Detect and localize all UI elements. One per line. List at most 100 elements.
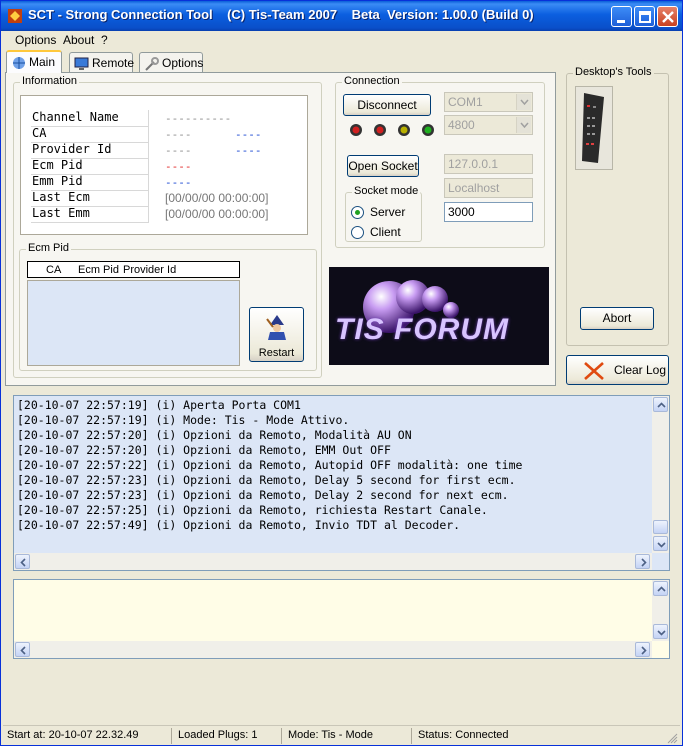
ecm-pid-list[interactable] — [27, 280, 240, 366]
scroll-up-button[interactable] — [653, 397, 668, 412]
network-icon — [13, 57, 25, 69]
chevron-down-icon[interactable] — [516, 117, 531, 133]
logo-text: TIS FORUM — [335, 313, 509, 346]
app-window: SCT - Strong Connection Tool (C) Tis-Tea… — [0, 0, 683, 746]
input-horizontal-scrollbar[interactable] — [14, 641, 652, 658]
baud-select[interactable]: 4800 — [444, 115, 533, 135]
app-icon — [8, 9, 22, 23]
desktop-tools-legend: Desktop's Tools — [573, 66, 654, 78]
input-vertical-scrollbar[interactable] — [652, 580, 669, 641]
status-divider — [411, 728, 412, 744]
tab-options[interactable]: Options — [139, 52, 203, 72]
column-ca[interactable]: CA — [46, 264, 61, 276]
menu-about[interactable]: About — [63, 33, 94, 47]
port-select[interactable]: COM1 — [444, 92, 533, 112]
maximize-button[interactable] — [634, 6, 655, 27]
chevron-right-icon — [641, 558, 647, 567]
column-ecm-pid[interactable]: Ecm Pid — [78, 264, 119, 276]
maximize-icon — [639, 11, 651, 23]
clear-log-button[interactable]: Clear Log — [566, 355, 669, 385]
ip-field[interactable]: 127.0.0.1 — [444, 154, 533, 174]
log-line: [20-10-07 22:57:20] (i) Opzioni da Remot… — [17, 428, 412, 442]
chevron-down-icon[interactable] — [516, 94, 531, 110]
server-label: Server — [370, 205, 406, 219]
scroll-right-button[interactable] — [635, 554, 650, 569]
window-title: SCT - Strong Connection Tool (C) Tis-Tea… — [28, 7, 534, 22]
value-ca-2: ---- — [235, 128, 262, 141]
abort-button[interactable]: Abort — [580, 307, 654, 330]
status-led-icon — [398, 124, 410, 136]
tab-main[interactable]: Main — [6, 50, 62, 73]
open-socket-button[interactable]: Open Socket — [347, 155, 419, 177]
minimize-icon — [617, 20, 625, 23]
restart-button[interactable]: Restart — [249, 307, 304, 362]
row-divider — [31, 126, 149, 127]
command-input-area[interactable] — [13, 579, 670, 659]
label-ca: CA — [32, 126, 47, 140]
column-provider-id[interactable]: Provider Id — [123, 264, 176, 276]
server-radio[interactable] — [351, 206, 364, 219]
value-emm-pid: ---- — [165, 176, 192, 189]
monitor-icon — [74, 57, 89, 70]
row-divider — [31, 158, 149, 159]
socket-mode-legend: Socket mode — [352, 185, 421, 197]
ecm-list-header: CA Ecm Pid Provider Id — [27, 261, 240, 278]
chevron-right-icon — [641, 646, 647, 655]
row-divider — [31, 190, 149, 191]
disconnect-button[interactable]: Disconnect — [343, 94, 431, 116]
chevron-up-icon — [657, 586, 666, 592]
menu-help[interactable]: ? — [101, 33, 108, 47]
chevron-left-icon — [20, 558, 26, 567]
label-emm-pid: Emm Pid — [32, 174, 83, 188]
status-led-icon — [374, 124, 386, 136]
scroll-down-button[interactable] — [653, 624, 668, 639]
log-vertical-scrollbar[interactable] — [652, 396, 669, 553]
status-divider — [281, 728, 282, 744]
value-provider-id-2: ---- — [235, 144, 262, 157]
remote-control-icon — [582, 93, 604, 163]
menu-options[interactable]: Options — [15, 33, 56, 47]
status-loaded-plugs: Loaded Plugs: 1 — [178, 729, 258, 741]
log-line: [20-10-07 22:57:23] (i) Opzioni da Remot… — [17, 488, 509, 502]
tools-icon — [145, 57, 159, 71]
port-number-field[interactable]: 3000 — [444, 202, 533, 222]
menu-bar: Options About ? — [1, 31, 682, 49]
tab-remote[interactable]: Remote — [69, 52, 134, 72]
log-output[interactable]: [20-10-07 22:57:19] (i) Aperta Porta COM… — [13, 395, 670, 571]
tis-forum-logo: TIS FORUM — [329, 267, 549, 365]
status-connection: Status: Connected — [418, 729, 509, 741]
resize-grip-icon[interactable] — [666, 732, 678, 744]
label-last-emm: Last Emm — [32, 206, 90, 220]
value-ecm-pid: ---- — [165, 160, 192, 173]
log-line: [20-10-07 22:57:20] (i) Opzioni da Remot… — [17, 443, 391, 457]
close-button[interactable] — [657, 6, 678, 27]
information-group: Information Channel Name CA Provider Id … — [13, 75, 322, 378]
desktop-tools-group: Desktop's Tools Abort — [566, 66, 669, 346]
column-divider — [148, 110, 149, 222]
client-radio[interactable] — [351, 226, 364, 239]
scroll-up-button[interactable] — [653, 581, 668, 596]
log-horizontal-scrollbar[interactable] — [14, 553, 652, 570]
host-field[interactable]: Localhost — [444, 178, 533, 198]
value-last-emm: [00/00/00 00:00:00] — [165, 207, 269, 221]
chevron-up-icon — [657, 402, 666, 408]
remote-tool[interactable] — [575, 86, 613, 170]
close-icon — [662, 11, 674, 23]
status-bar: Start at: 20-10-07 22.32.49 Loaded Plugs… — [3, 725, 680, 745]
scroll-left-button[interactable] — [15, 642, 30, 657]
scroll-down-button[interactable] — [653, 536, 668, 551]
log-line: [20-10-07 22:57:19] (i) Aperta Porta COM… — [17, 398, 301, 412]
minimize-button[interactable] — [611, 6, 632, 27]
log-line: [20-10-07 22:57:23] (i) Opzioni da Remot… — [17, 473, 516, 487]
ecm-pid-group: Ecm Pid CA Ecm Pid Provider Id Restart — [19, 242, 317, 371]
row-divider — [31, 206, 149, 207]
label-channel-name: Channel Name — [32, 110, 119, 124]
label-provider-id: Provider Id — [32, 142, 112, 156]
scroll-left-button[interactable] — [15, 554, 30, 569]
label-ecm-pid: Ecm Pid — [32, 158, 83, 172]
connection-group: Connection Disconnect COM1 4800 Open Soc… — [335, 75, 545, 248]
scroll-thumb[interactable] — [653, 520, 668, 534]
title-bar[interactable]: SCT - Strong Connection Tool (C) Tis-Tea… — [1, 1, 682, 31]
information-legend: Information — [20, 75, 80, 87]
scroll-right-button[interactable] — [635, 642, 650, 657]
